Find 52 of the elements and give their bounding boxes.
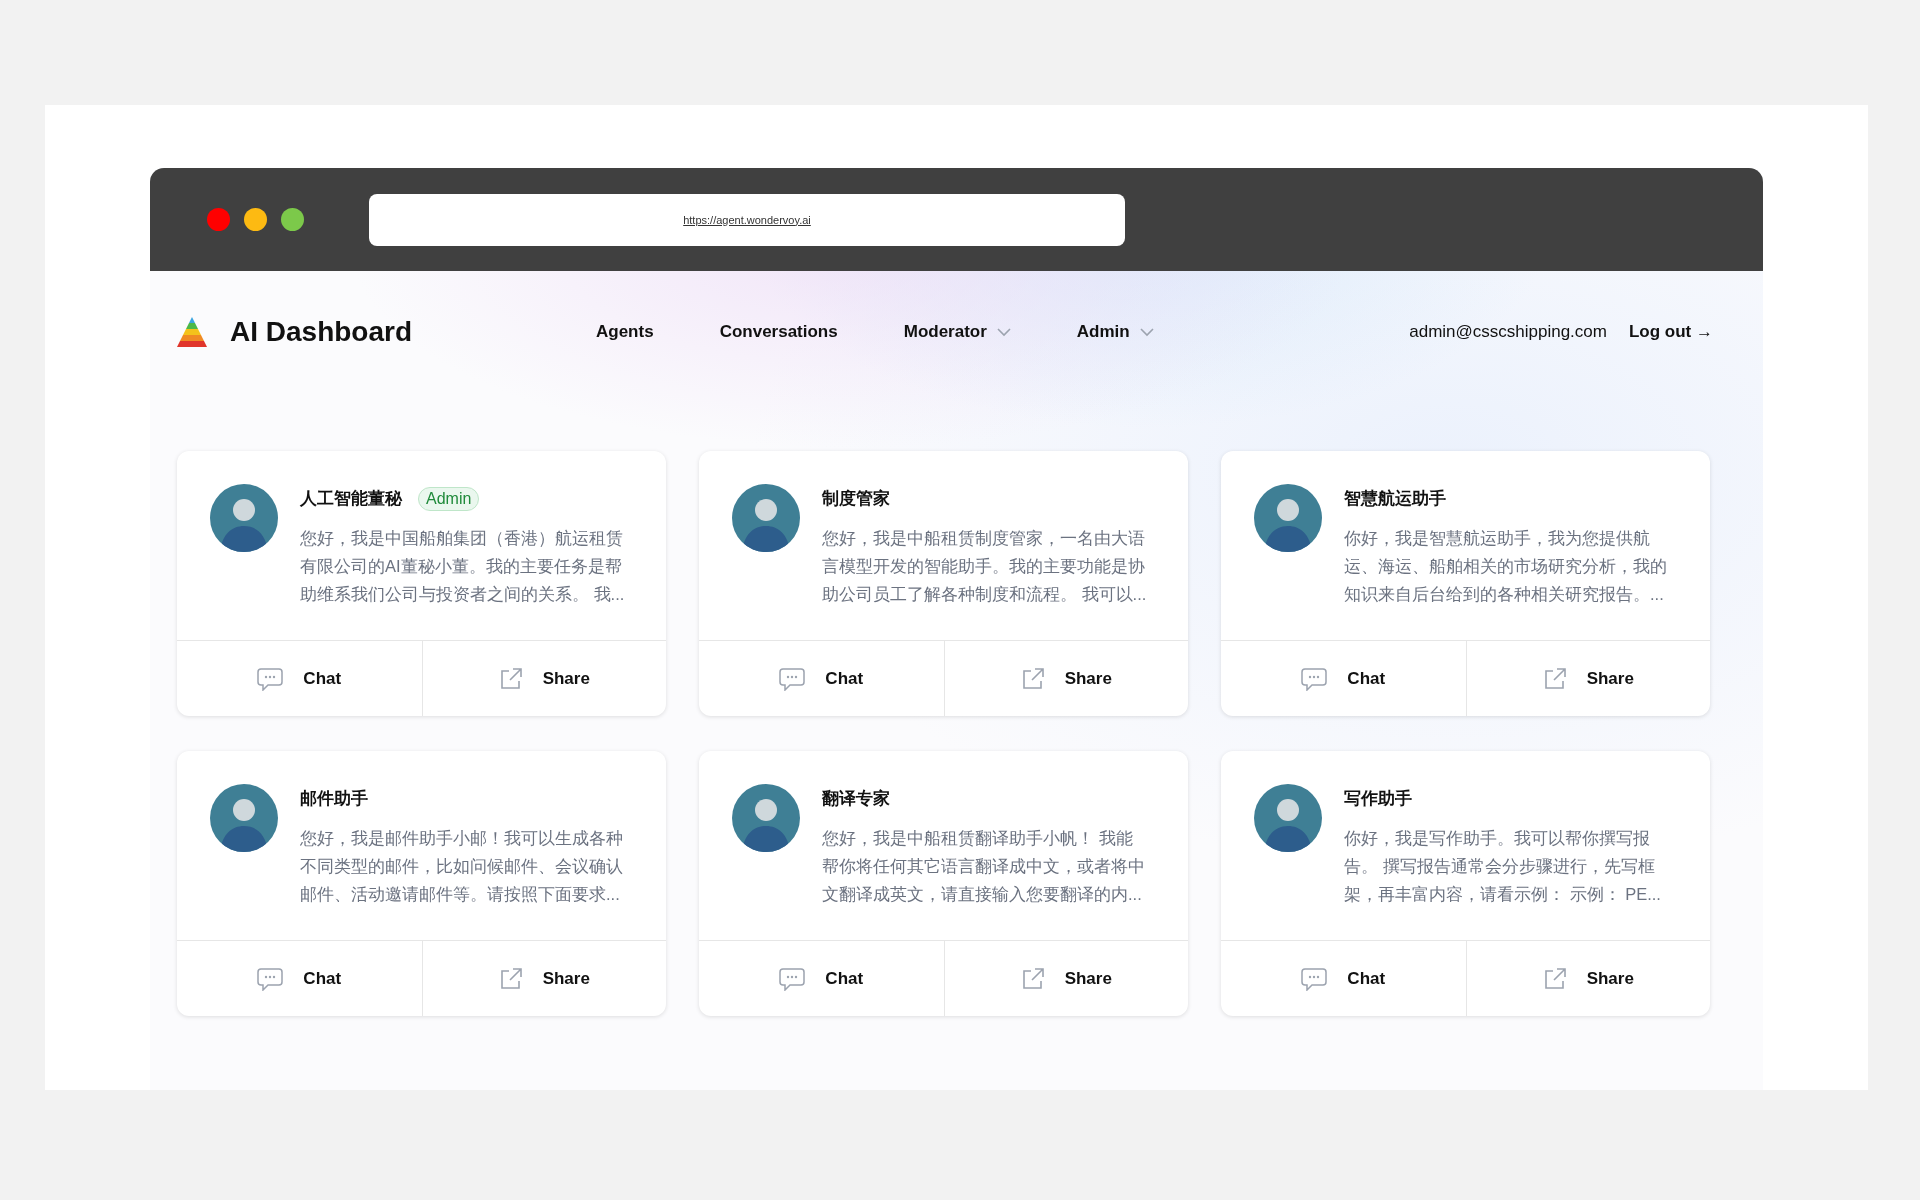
chat-button[interactable]: Chat <box>177 941 422 1016</box>
share-button[interactable]: Share <box>943 941 1188 1016</box>
share-button[interactable]: Share <box>421 941 666 1016</box>
url-text: https://agent.wondervoy.ai <box>683 213 811 226</box>
role-badge: Admin <box>418 487 480 511</box>
agent-description: 您好，我是邮件助手小邮！我可以生成各种 不同类型的邮件，比如问候邮件、会议确认 邮件、活动邀请邮件等。请按照下面要求... <box>300 828 623 905</box>
share-button[interactable]: Share <box>943 641 1188 716</box>
share-button[interactable]: Share <box>421 641 666 716</box>
chat-button[interactable]: Chat <box>699 641 944 716</box>
maximize-window-dot[interactable] <box>281 208 304 231</box>
logout-link[interactable]: Log out → <box>1628 322 1713 342</box>
address-bar[interactable]: https://agent.wondervoy.ai <box>369 193 1125 246</box>
agent-description: 您好，我是中船租赁翻译助手小帆！ 我能 帮你将任何其它语言翻译成中文，或者将中 文翻译成英文，请直接输入您要翻译的内... <box>822 828 1145 905</box>
nav-link[interactable]: Agents <box>596 322 654 342</box>
nav-dropdown[interactable]: Moderator <box>903 322 1011 342</box>
chat-bubble-icon <box>257 666 284 691</box>
agent-description: 您好，我是中船租赁制度管家，一名由大语 言模型开发的智能助手。我的主要功能是协 助公司员工了解各种制度和流程。 我可以... <box>822 528 1147 605</box>
agent-name: 制度管家 <box>822 488 890 509</box>
chat-bubble-icon <box>1301 966 1328 991</box>
agent-name: 智慧航运助手 <box>1344 488 1446 509</box>
chevron-down-icon <box>996 327 1011 337</box>
chat-bubble-icon <box>1301 666 1328 691</box>
agent-name: 翻译专家 <box>822 788 890 809</box>
pyramid-logo-icon <box>176 316 208 348</box>
share-icon <box>1020 666 1045 691</box>
nav-dropdown[interactable]: Admin <box>1076 322 1154 342</box>
agent-description: 您好，我是中国船舶集团（香港）航运租赁 有限公司的AI董秘小董。我的主要任务是帮 助维系我们公司与投资者之间的关系。 我... <box>300 528 625 605</box>
agent-description: 你好，我是智慧航运助手，我为您提供航 运、海运、船舶相关的市场研究分析，我的 知识来自后台给到的各种相关研究报告。... <box>1344 528 1667 605</box>
nav-link[interactable]: Conversations <box>719 322 838 342</box>
chevron-down-icon <box>1139 327 1154 337</box>
share-icon <box>1542 666 1567 691</box>
chat-button[interactable]: Chat <box>177 641 422 716</box>
chat-bubble-icon <box>257 966 284 991</box>
share-button[interactable]: Share <box>1465 641 1710 716</box>
share-icon <box>498 966 523 991</box>
agent-name: 写作助手 <box>1344 788 1412 809</box>
share-button[interactable]: Share <box>1465 941 1710 1016</box>
chat-button[interactable]: Chat <box>699 941 944 1016</box>
share-icon <box>498 666 523 691</box>
user-email: admin@csscshipping.com <box>1409 322 1607 342</box>
agent-name: 人工智能董秘 <box>300 488 402 509</box>
chat-button[interactable]: Chat <box>1221 941 1466 1016</box>
chat-bubble-icon <box>779 966 806 991</box>
chat-bubble-icon <box>779 666 806 691</box>
share-icon <box>1542 966 1567 991</box>
agent-name: 邮件助手 <box>300 788 368 809</box>
app-title: AI Dashboard <box>230 316 413 348</box>
chat-button[interactable]: Chat <box>1221 641 1466 716</box>
agent-description: 你好，我是写作助手。我可以帮你撰写报 告。 撰写报告通常会分步骤进行，先写框 架，再丰富内容，请看示例： 示例： PE... <box>1344 828 1661 905</box>
close-window-dot[interactable] <box>207 208 230 231</box>
share-icon <box>1020 966 1045 991</box>
minimize-window-dot[interactable] <box>244 208 267 231</box>
